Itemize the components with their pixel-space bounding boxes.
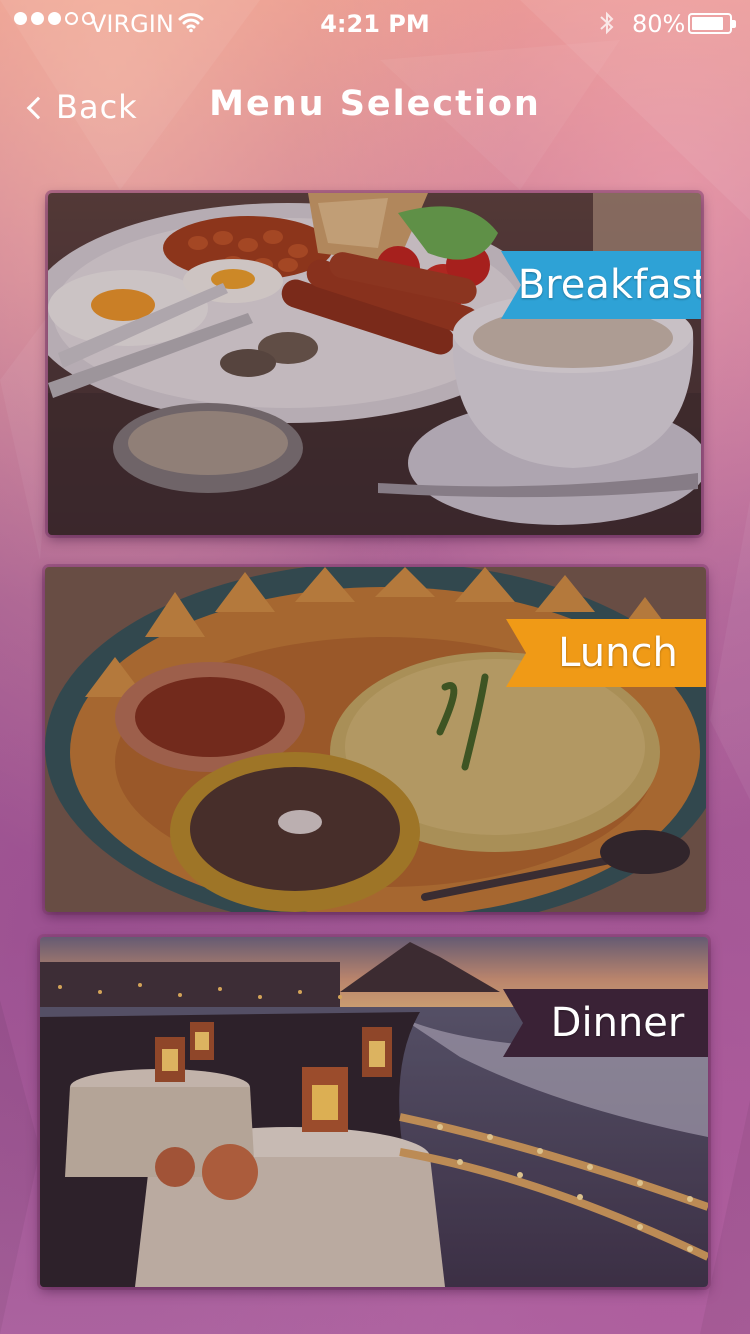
breakfast-label-ribbon: Breakfast xyxy=(501,251,701,319)
menu-card-lunch[interactable]: Lunch xyxy=(45,567,706,912)
lunch-label-ribbon: Lunch xyxy=(506,619,706,687)
breakfast-image xyxy=(48,193,701,535)
lunch-label: Lunch xyxy=(558,630,678,676)
status-bar: VIRGIN 4:21 PM 80% xyxy=(0,0,750,50)
menu-card-breakfast[interactable]: Breakfast xyxy=(48,193,701,535)
page-title: Menu Selection xyxy=(209,84,541,124)
battery-icon xyxy=(688,13,736,34)
lunch-image xyxy=(45,567,706,912)
menu-card-dinner[interactable]: Dinner xyxy=(40,937,708,1287)
dinner-label-ribbon: Dinner xyxy=(503,989,708,1057)
bluetooth-icon xyxy=(598,10,616,42)
battery-percentage: 80% xyxy=(632,10,686,38)
dinner-label: Dinner xyxy=(550,1000,685,1046)
breakfast-label: Breakfast xyxy=(517,262,701,308)
